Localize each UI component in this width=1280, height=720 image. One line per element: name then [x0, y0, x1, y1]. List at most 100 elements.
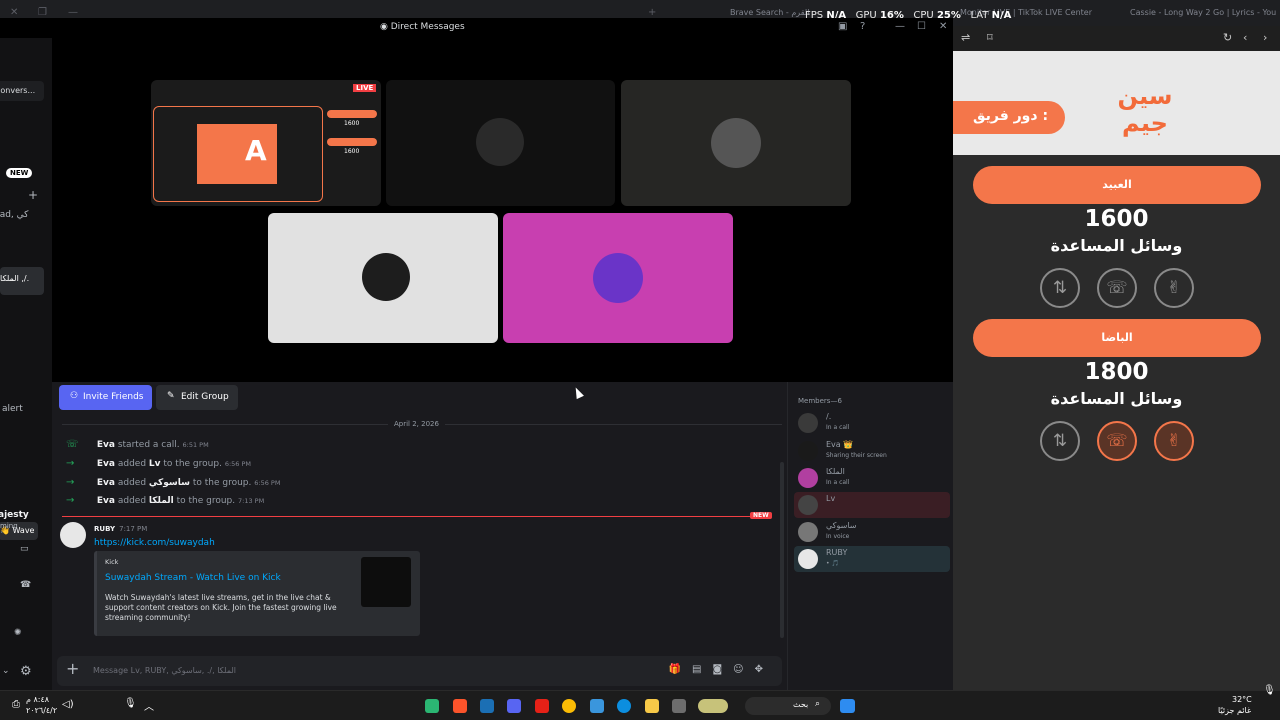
system-time: 6:51 PM [182, 441, 209, 449]
emoji-icon[interactable]: ☺ [733, 664, 754, 675]
member-name: ساسوكي [826, 521, 857, 530]
dm-item-1[interactable]: nad, كي [0, 210, 28, 220]
apps-icon[interactable]: ✥ [755, 664, 774, 675]
message-input-box[interactable]: + Message Lv, RUBY, الملكا ,/. ,ساسوكي 🎁… [57, 656, 782, 686]
reload-icon[interactable]: ↻ [1223, 31, 1232, 44]
chevron-up-icon[interactable]: ︿ [144, 698, 154, 713]
user-status-partial: ming [0, 522, 18, 530]
gear-icon[interactable]: ⚙ [20, 664, 32, 679]
clock-date: ٢٠٢٦/٤/٢ [26, 706, 58, 715]
embed-thumbnail[interactable] [361, 557, 411, 607]
edge-icon[interactable] [617, 699, 631, 713]
member-item[interactable]: Lv [794, 492, 950, 518]
participant-tile-2[interactable] [386, 80, 615, 206]
message-link[interactable]: https://kick.com/suwaydah [94, 538, 215, 548]
task-view-icon[interactable] [672, 699, 686, 713]
microphone-icon[interactable]: 🎙 [124, 698, 137, 709]
brave-icon[interactable] [453, 699, 467, 713]
user-name-partial: ajesty [0, 510, 29, 520]
search-box[interactable]: بحث ⌕ [745, 697, 831, 715]
steam-icon[interactable] [480, 699, 494, 713]
edit-group-button[interactable]: ✎ Edit Group [156, 385, 238, 410]
screen-share-icon[interactable]: ▭ [20, 544, 29, 554]
system-rest: to the group. [176, 496, 236, 506]
weather-temp[interactable]: 32°C [1232, 695, 1252, 704]
swap-icon[interactable]: ⇅ [1040, 421, 1080, 461]
back-icon[interactable]: ‹ [1243, 31, 1247, 44]
screen-share-tile[interactable]: A 1600 1600 LIVE [151, 80, 381, 206]
system-actor[interactable]: Eva [97, 478, 115, 488]
restore-icon[interactable]: ❐ [38, 7, 47, 18]
app-icon[interactable] [425, 699, 439, 713]
tune-icon[interactable]: ⇌ [961, 31, 970, 44]
close-tab-icon[interactable]: ✕ [10, 7, 18, 18]
swap-icon[interactable]: ⇅ [1040, 268, 1080, 308]
system-actor[interactable]: Eva [97, 496, 115, 506]
tab-brave-search[interactable]: Brave Search - القرم [730, 8, 809, 17]
chrome-icon[interactable] [562, 699, 576, 713]
discord-icon[interactable] [507, 699, 521, 713]
participant-tile-4[interactable] [268, 213, 498, 343]
participant-tile-5[interactable] [503, 213, 733, 343]
chevron-down-icon[interactable]: ⌄ [2, 666, 10, 676]
system-text: added [117, 459, 147, 469]
youtube-icon[interactable] [535, 699, 549, 713]
peace-hand-icon[interactable]: ✌ [1154, 421, 1194, 461]
forward-icon[interactable]: › [1263, 31, 1267, 44]
find-conversation-button[interactable]: convers... [0, 81, 44, 101]
participant-tile-3[interactable] [621, 80, 851, 206]
help-icon[interactable]: ? [860, 21, 865, 32]
mic-status-icon[interactable]: 🎙 [1263, 685, 1276, 696]
network-icon[interactable]: ⎙ [12, 699, 20, 710]
member-name: RUBY [826, 548, 848, 557]
system-target[interactable]: ساسوكي [149, 478, 190, 488]
system-target[interactable]: Lv [149, 459, 161, 469]
discord-titlebar: ◉ Direct Messages ▣ ? — ☐ ✕ [0, 18, 953, 38]
member-status: • 🎵 [826, 560, 839, 567]
disconnect-icon[interactable]: ☎ [20, 580, 31, 590]
invite-friends-button[interactable]: ⚇ Invite Friends [59, 385, 152, 410]
minimize-window-icon[interactable]: — [895, 21, 905, 32]
system-text: added [117, 478, 147, 488]
phone-call-icon[interactable]: ☏ [1097, 268, 1137, 308]
store-icon[interactable] [590, 699, 604, 713]
member-item[interactable]: ساسوكي In voice [794, 519, 950, 545]
windows-start-icon[interactable] [840, 699, 855, 713]
system-actor[interactable]: Eva [97, 459, 115, 469]
attach-plus-icon[interactable]: + [66, 659, 79, 678]
member-item[interactable]: Eva 👑 Sharing their screen [794, 438, 950, 464]
new-tab-icon[interactable]: + [648, 7, 656, 18]
team-1-name[interactable]: العبيد [973, 166, 1261, 204]
inbox-icon[interactable]: ▣ [838, 21, 847, 32]
add-dm-icon[interactable]: + [28, 188, 38, 202]
dm-item-selected[interactable]: الملكا ,/. [0, 267, 44, 295]
phone-call-icon[interactable]: ☏ [1097, 421, 1137, 461]
avatar[interactable] [60, 522, 86, 548]
soundboard-icon[interactable]: ✺ [14, 628, 22, 638]
bookmark-icon[interactable]: ⌑ [987, 31, 993, 44]
folder-icon[interactable] [645, 699, 659, 713]
gift-icon[interactable]: 🎁 [669, 664, 692, 675]
minimize-icon[interactable]: — [68, 7, 78, 18]
browser-toolbar: ⇌ ⌑ ↻ ‹ › [953, 26, 1280, 51]
gif-icon[interactable]: ▤ [692, 664, 712, 675]
system-target[interactable]: الملكا [149, 496, 174, 506]
member-item[interactable]: RUBY • 🎵 [794, 546, 950, 572]
volume-icon[interactable]: ◁) [62, 699, 74, 710]
close-window-icon[interactable]: ✕ [939, 21, 947, 32]
system-actor[interactable]: Eva [97, 440, 115, 450]
widgets-icon[interactable] [698, 699, 728, 713]
chat-scrollbar[interactable] [780, 462, 784, 638]
member-item[interactable]: الملكا In a call [794, 465, 950, 491]
system-message: → Eva added الملكا to the group. 7:13 PM [66, 495, 264, 509]
message-input[interactable]: Message Lv, RUBY, الملكا ,/. ,ساسوكي [93, 666, 236, 675]
sticker-icon[interactable]: ◙ [712, 664, 733, 675]
message-time: 7:17 PM [119, 525, 148, 533]
team-2-name[interactable]: الباضا [973, 319, 1261, 357]
member-item[interactable]: /. In a call [794, 410, 950, 436]
embed-title[interactable]: Suwaydah Stream - Watch Live on Kick [105, 573, 281, 583]
peace-hand-icon[interactable]: ✌ [1154, 268, 1194, 308]
tab-youtube-music[interactable]: Cassie - Long Way 2 Go | Lyrics - You [1130, 8, 1276, 17]
maximize-window-icon[interactable]: ☐ [917, 21, 926, 32]
message-author[interactable]: RUBY 7:17 PM [94, 525, 147, 533]
